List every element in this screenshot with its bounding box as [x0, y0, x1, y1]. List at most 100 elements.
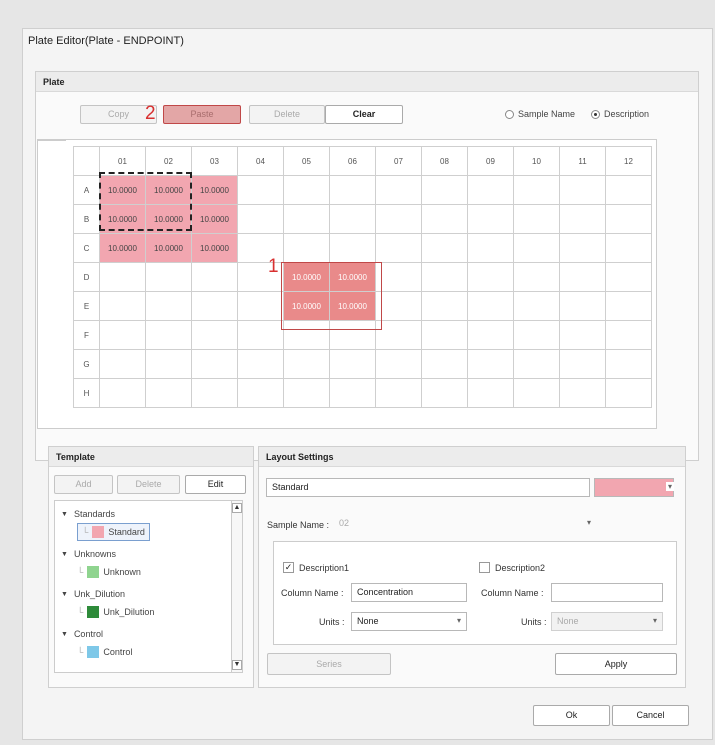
- apply-button[interactable]: Apply: [555, 653, 677, 675]
- well-cell[interactable]: [329, 175, 376, 205]
- well-cell[interactable]: [145, 320, 192, 350]
- row-header[interactable]: C: [73, 233, 100, 263]
- column-header[interactable]: 09: [467, 146, 514, 176]
- well-cell[interactable]: [375, 320, 422, 350]
- well-cell[interactable]: [375, 175, 422, 205]
- column-name-input-2[interactable]: [551, 583, 663, 602]
- well-cell[interactable]: [421, 204, 468, 234]
- row-header[interactable]: H: [73, 378, 100, 408]
- tree-item[interactable]: └ Unknown: [77, 566, 141, 578]
- well-cell[interactable]: [605, 175, 652, 205]
- well-cell[interactable]: [605, 291, 652, 321]
- well-cell[interactable]: 10.0000: [191, 204, 238, 234]
- well-cell[interactable]: [329, 233, 376, 263]
- description2-checkbox[interactable]: [479, 562, 490, 573]
- well-cell[interactable]: [191, 349, 238, 379]
- well-cell[interactable]: [421, 378, 468, 408]
- tree-item[interactable]: └ Control: [77, 646, 132, 658]
- well-cell[interactable]: [421, 291, 468, 321]
- scroll-up-icon[interactable]: ▲: [232, 503, 242, 513]
- well-cell[interactable]: [467, 291, 514, 321]
- tree-group[interactable]: ▼ Control: [61, 629, 103, 639]
- well-cell[interactable]: [283, 204, 330, 234]
- well-cell[interactable]: [559, 175, 606, 205]
- ok-button[interactable]: Ok: [533, 705, 610, 726]
- paste-button[interactable]: Paste: [163, 105, 241, 124]
- tree-group[interactable]: ▼ Standards: [61, 509, 115, 519]
- well-cell[interactable]: [375, 291, 422, 321]
- well-cell[interactable]: 10.0000: [99, 233, 146, 263]
- column-header[interactable]: 12: [605, 146, 652, 176]
- well-cell[interactable]: [513, 378, 560, 408]
- well-cell[interactable]: [467, 233, 514, 263]
- well-cell[interactable]: [191, 378, 238, 408]
- well-cell[interactable]: [99, 378, 146, 408]
- well-cell[interactable]: [375, 233, 422, 263]
- well-cell[interactable]: [329, 349, 376, 379]
- well-cell[interactable]: [467, 262, 514, 292]
- radio-sample-name[interactable]: Sample Name: [505, 109, 575, 119]
- well-cell[interactable]: [467, 378, 514, 408]
- well-cell[interactable]: [605, 378, 652, 408]
- well-cell[interactable]: [513, 175, 560, 205]
- well-cell[interactable]: [145, 378, 192, 408]
- column-header[interactable]: 05: [283, 146, 330, 176]
- tree-item[interactable]: └ Unk_Dilution: [77, 606, 154, 618]
- well-cell[interactable]: [145, 291, 192, 321]
- well-cell[interactable]: [237, 204, 284, 234]
- well-cell[interactable]: [329, 378, 376, 408]
- well-cell[interactable]: [513, 262, 560, 292]
- expand-arrow-icon[interactable]: ▼: [61, 591, 68, 598]
- well-cell[interactable]: [559, 262, 606, 292]
- well-cell[interactable]: [237, 378, 284, 408]
- row-header[interactable]: D: [73, 262, 100, 292]
- delete-template-button[interactable]: Delete: [117, 475, 180, 494]
- well-cell[interactable]: [513, 320, 560, 350]
- well-cell[interactable]: [191, 320, 238, 350]
- well-cell[interactable]: [375, 204, 422, 234]
- cancel-button[interactable]: Cancel: [612, 705, 689, 726]
- column-header[interactable]: 11: [559, 146, 606, 176]
- delete-plate-button[interactable]: Delete: [249, 105, 325, 124]
- well-cell[interactable]: [605, 349, 652, 379]
- row-header[interactable]: G: [73, 349, 100, 379]
- column-name-input-1[interactable]: Concentration: [351, 583, 467, 602]
- well-cell[interactable]: [421, 262, 468, 292]
- units-select-1[interactable]: None ▾: [351, 612, 467, 631]
- tree-group[interactable]: ▼ Unk_Dilution: [61, 589, 125, 599]
- well-cell[interactable]: 10.0000: [191, 233, 238, 263]
- well-cell[interactable]: 10.0000: [191, 175, 238, 205]
- well-cell[interactable]: [375, 378, 422, 408]
- well-cell[interactable]: [237, 291, 284, 321]
- column-header[interactable]: 03: [191, 146, 238, 176]
- well-cell[interactable]: [421, 320, 468, 350]
- well-cell[interactable]: [191, 291, 238, 321]
- well-cell[interactable]: [559, 204, 606, 234]
- well-cell[interactable]: [283, 233, 330, 263]
- well-cell[interactable]: [99, 291, 146, 321]
- well-cell[interactable]: [467, 204, 514, 234]
- column-header[interactable]: 08: [421, 146, 468, 176]
- radio-description[interactable]: Description: [591, 109, 649, 119]
- well-cell[interactable]: [467, 349, 514, 379]
- well-cell[interactable]: 10.0000: [145, 233, 192, 263]
- well-cell[interactable]: [283, 378, 330, 408]
- well-cell[interactable]: [191, 262, 238, 292]
- sample-name-select[interactable]: 02 ▾: [334, 515, 596, 534]
- layout-name-field[interactable]: Standard: [266, 478, 590, 497]
- row-header[interactable]: A: [73, 175, 100, 205]
- well-cell[interactable]: [559, 291, 606, 321]
- well-cell[interactable]: [375, 349, 422, 379]
- well-cell[interactable]: [237, 175, 284, 205]
- well-cell[interactable]: [559, 349, 606, 379]
- column-header[interactable]: 04: [237, 146, 284, 176]
- well-cell[interactable]: [421, 349, 468, 379]
- column-header[interactable]: 10: [513, 146, 560, 176]
- row-header[interactable]: B: [73, 204, 100, 234]
- well-cell[interactable]: [237, 349, 284, 379]
- expand-arrow-icon[interactable]: ▼: [61, 511, 68, 518]
- well-cell[interactable]: [99, 262, 146, 292]
- scroll-down-icon[interactable]: ▼: [232, 660, 242, 670]
- well-cell[interactable]: [605, 262, 652, 292]
- well-cell[interactable]: [513, 204, 560, 234]
